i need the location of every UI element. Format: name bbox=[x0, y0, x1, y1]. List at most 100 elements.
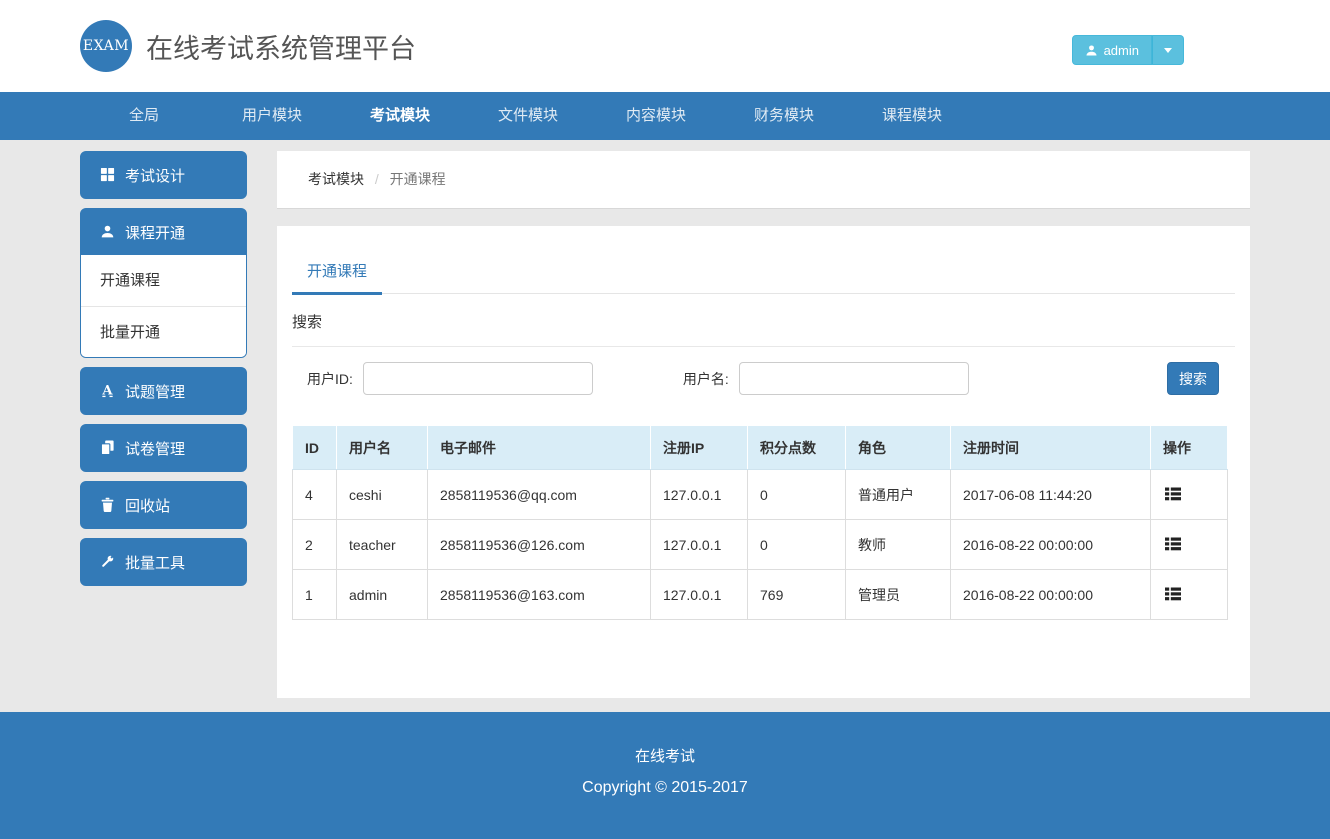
cell-username: teacher bbox=[337, 520, 428, 570]
nav-item-course-module[interactable]: 课程模块 bbox=[848, 92, 976, 140]
user-id-input[interactable] bbox=[363, 362, 593, 395]
breadcrumb-parent[interactable]: 考试模块 bbox=[308, 171, 364, 187]
nav-item-user-module[interactable]: 用户模块 bbox=[208, 92, 336, 140]
sidebar-subitem-batch-open[interactable]: 批量开通 bbox=[81, 306, 246, 357]
user-button-label: admin bbox=[1104, 43, 1139, 58]
caret-down-icon bbox=[1164, 48, 1172, 53]
user-dropdown-toggle[interactable] bbox=[1152, 35, 1184, 65]
cell-email: 2858119536@126.com bbox=[428, 520, 651, 570]
nav-item-exam-module[interactable]: 考试模块 bbox=[336, 92, 464, 140]
sidebar-item-label: 考试设计 bbox=[125, 165, 185, 186]
tab-open-course[interactable]: 开通课程 bbox=[292, 251, 382, 295]
font-icon: A bbox=[100, 383, 116, 399]
sidebar-item-label: 回收站 bbox=[125, 495, 170, 516]
search-section-heading: 搜索 bbox=[292, 311, 1235, 347]
col-header-operation: 操作 bbox=[1151, 426, 1228, 470]
site-header: EXAM 在线考试系统管理平台 admin bbox=[0, 0, 1330, 92]
page-title: 在线考试系统管理平台 bbox=[146, 27, 416, 66]
table-row: 2 teacher 2858119536@126.com 127.0.0.1 0… bbox=[293, 520, 1228, 570]
user-account-button[interactable]: admin bbox=[1072, 35, 1152, 65]
cell-role: 管理员 bbox=[846, 570, 951, 620]
cell-username: admin bbox=[337, 570, 428, 620]
sidebar-item-label: 批量工具 bbox=[125, 552, 185, 573]
cell-reg-ip: 127.0.0.1 bbox=[651, 520, 748, 570]
cell-points: 0 bbox=[748, 520, 846, 570]
th-list-icon bbox=[1165, 487, 1181, 501]
nav-item-content-module[interactable]: 内容模块 bbox=[592, 92, 720, 140]
cell-reg-time: 2016-08-22 00:00:00 bbox=[951, 520, 1151, 570]
sidebar-item-label: 试题管理 bbox=[125, 381, 185, 402]
nav-item-global[interactable]: 全局 bbox=[80, 92, 208, 140]
cell-email: 2858119536@qq.com bbox=[428, 470, 651, 520]
cell-reg-time: 2017-06-08 11:44:20 bbox=[951, 470, 1151, 520]
tab-bar: 开通课程 bbox=[292, 226, 1235, 294]
sidebar-group-course-open: 课程开通 开通课程 批量开通 bbox=[80, 208, 247, 358]
cell-email: 2858119536@163.com bbox=[428, 570, 651, 620]
col-header-points: 积分点数 bbox=[748, 426, 846, 470]
sidebar-item-exam-design[interactable]: 考试设计 bbox=[80, 151, 247, 199]
cell-username: ceshi bbox=[337, 470, 428, 520]
col-header-email: 电子邮件 bbox=[428, 426, 651, 470]
top-nav-list: 全局 用户模块 考试模块 文件模块 内容模块 财务模块 课程模块 bbox=[80, 92, 1250, 140]
site-footer: 在线考试 Copyright © 2015-2017 bbox=[0, 712, 1330, 839]
th-list-icon bbox=[1165, 537, 1181, 551]
sidebar-item-batch-tools[interactable]: 批量工具 bbox=[80, 538, 247, 586]
footer-copyright: Copyright © 2015-2017 bbox=[0, 779, 1330, 797]
col-header-id: ID bbox=[293, 426, 337, 470]
cell-reg-ip: 127.0.0.1 bbox=[651, 470, 748, 520]
th-list-icon bbox=[1165, 587, 1181, 601]
th-large-icon bbox=[100, 167, 116, 183]
content-panel: 开通课程 搜索 用户ID: 用户名: 搜索 bbox=[277, 226, 1250, 698]
copy-icon bbox=[100, 440, 116, 456]
cell-reg-time: 2016-08-22 00:00:00 bbox=[951, 570, 1151, 620]
username-label: 用户名: bbox=[683, 369, 729, 389]
main-content: 考试模块 / 开通课程 开通课程 搜索 用户ID: 用户名: 搜索 bbox=[277, 151, 1250, 698]
col-header-reg-time: 注册时间 bbox=[951, 426, 1151, 470]
user-icon bbox=[1085, 44, 1098, 57]
cell-id: 4 bbox=[293, 470, 337, 520]
col-header-reg-ip: 注册IP bbox=[651, 426, 748, 470]
row-actions-button[interactable] bbox=[1163, 485, 1183, 503]
nav-item-finance-module[interactable]: 财务模块 bbox=[720, 92, 848, 140]
user-button-group: admin bbox=[1072, 35, 1184, 65]
cell-id: 1 bbox=[293, 570, 337, 620]
search-form: 用户ID: 用户名: 搜索 bbox=[292, 362, 1235, 395]
logo-text: EXAM bbox=[83, 38, 129, 54]
table-row: 1 admin 2858119536@163.com 127.0.0.1 769… bbox=[293, 570, 1228, 620]
breadcrumb-current: 开通课程 bbox=[390, 171, 446, 187]
sidebar-item-course-open[interactable]: 课程开通 bbox=[81, 209, 246, 255]
user-icon bbox=[100, 224, 116, 240]
sidebar-item-label: 试卷管理 bbox=[125, 438, 185, 459]
sidebar-item-question-mgmt[interactable]: A 试题管理 bbox=[80, 367, 247, 415]
cell-points: 0 bbox=[748, 470, 846, 520]
row-actions-button[interactable] bbox=[1163, 585, 1183, 603]
breadcrumb: 考试模块 / 开通课程 bbox=[277, 151, 1250, 209]
sidebar-item-paper-mgmt[interactable]: 试卷管理 bbox=[80, 424, 247, 472]
cell-role: 普通用户 bbox=[846, 470, 951, 520]
col-header-role: 角色 bbox=[846, 426, 951, 470]
cell-points: 769 bbox=[748, 570, 846, 620]
cell-reg-ip: 127.0.0.1 bbox=[651, 570, 748, 620]
row-actions-button[interactable] bbox=[1163, 535, 1183, 553]
users-table: ID 用户名 电子邮件 注册IP 积分点数 角色 注册时间 操作 4 bbox=[292, 425, 1228, 620]
user-id-label: 用户ID: bbox=[307, 369, 353, 389]
username-input[interactable] bbox=[739, 362, 969, 395]
sidebar-subitem-open-course[interactable]: 开通课程 bbox=[81, 255, 246, 306]
footer-site-name: 在线考试 bbox=[0, 745, 1330, 766]
cell-role: 教师 bbox=[846, 520, 951, 570]
sidebar-item-label: 课程开通 bbox=[125, 222, 185, 243]
sidebar: 考试设计 课程开通 开通课程 批量开通 A bbox=[80, 151, 247, 595]
top-navbar: 全局 用户模块 考试模块 文件模块 内容模块 财务模块 课程模块 bbox=[0, 92, 1330, 140]
trash-icon bbox=[100, 497, 116, 513]
breadcrumb-separator: / bbox=[368, 171, 386, 187]
col-header-username: 用户名 bbox=[337, 426, 428, 470]
sidebar-item-recycle-bin[interactable]: 回收站 bbox=[80, 481, 247, 529]
sidebar-submenu: 开通课程 批量开通 bbox=[81, 255, 246, 357]
search-button[interactable]: 搜索 bbox=[1167, 362, 1219, 395]
nav-item-file-module[interactable]: 文件模块 bbox=[464, 92, 592, 140]
wrench-icon bbox=[100, 554, 116, 570]
table-header-row: ID 用户名 电子邮件 注册IP 积分点数 角色 注册时间 操作 bbox=[293, 426, 1228, 470]
exam-logo: EXAM bbox=[80, 20, 132, 72]
cell-id: 2 bbox=[293, 520, 337, 570]
table-row: 4 ceshi 2858119536@qq.com 127.0.0.1 0 普通… bbox=[293, 470, 1228, 520]
